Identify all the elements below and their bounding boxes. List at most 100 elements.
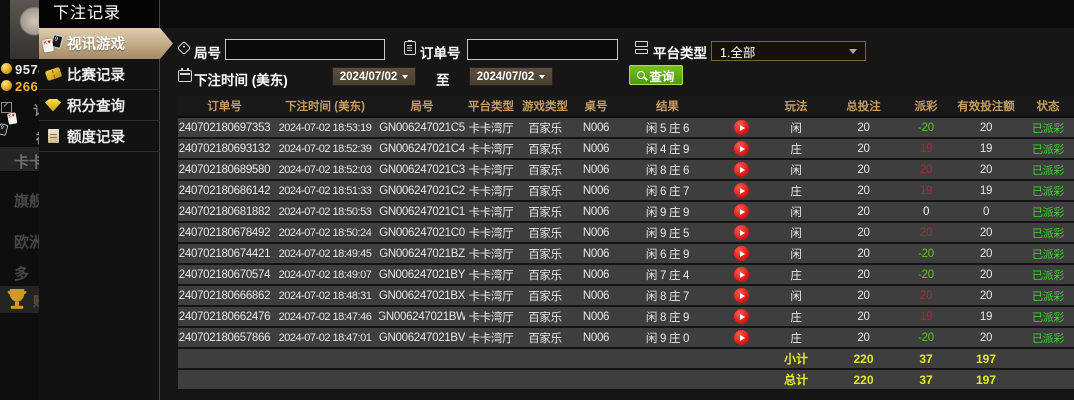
total-row-total-bet: 220: [853, 372, 874, 387]
order-id: 240702180697353: [178, 121, 271, 134]
play-cell: [716, 223, 766, 242]
platform-type: 卡卡湾厅: [468, 206, 514, 219]
bet-time: 2024-07-02 18:52:03: [278, 163, 372, 176]
table-number: N006: [582, 289, 610, 302]
bet-records-panel: 下注记录 9 K♥ 视讯游戏 比赛记录 积分查询 额度记录: [39, 0, 173, 400]
table-row: 240702180657866 2024-07-02 18:47:01 GN0062…: [178, 328, 1074, 349]
game-type: 百家乐: [528, 164, 562, 177]
bet-time-label: 下注时间 (美东): [194, 73, 288, 88]
table-row: 240702180681882 2024-07-02 18:50:53 GN0062…: [178, 202, 1074, 223]
tag-icon: [176, 40, 192, 56]
round-id: GN006247021C4: [379, 142, 465, 155]
order-id: 240702180693132: [178, 142, 271, 155]
date-to-button[interactable]: 2024/07/02: [469, 67, 553, 86]
play-type: 闲: [790, 290, 802, 303]
payout: -20: [918, 331, 934, 344]
table-number: N006: [582, 205, 610, 218]
table-row: 240702180686142 2024-07-02 18:51:33 GN0062…: [178, 181, 1074, 202]
round-id: GN006247021BV: [379, 331, 465, 344]
sidebar-item-label: 额度记录: [67, 129, 125, 146]
valid-bet: 20: [979, 331, 993, 344]
sidebar-item-points-query[interactable]: 积分查询: [39, 90, 160, 121]
date-from-value: 2024/07/02: [339, 70, 398, 83]
game-type: 百家乐: [528, 227, 562, 240]
bet-time: 2024-07-02 18:47:01: [278, 331, 372, 344]
result: 闲 9 庄 9: [645, 206, 690, 219]
bet-time: 2024-07-02 18:49:07: [278, 268, 372, 281]
subtotal-row-label: 小计: [783, 352, 808, 366]
play-replay-button[interactable]: [733, 267, 749, 282]
subtotal-row: 小计 220 37 197: [178, 349, 1074, 370]
platform-type-label: 平台类型: [653, 46, 707, 61]
search-button[interactable]: 查询: [629, 65, 683, 85]
total-bet: 20: [857, 184, 870, 197]
play-replay-button[interactable]: [733, 141, 749, 156]
table-row: 240702180689580 2024-07-02 18:52:03 GN0062…: [178, 160, 1074, 181]
sidebar-item-credit-records[interactable]: 额度记录: [39, 121, 160, 152]
platform-type: 卡卡湾厅: [468, 164, 514, 177]
sidebar-item-match-records[interactable]: 比赛记录: [39, 59, 160, 90]
header-payout: 派彩: [914, 101, 938, 113]
result: 闲 8 庄 7: [645, 290, 690, 303]
search-button-label: 查询: [649, 69, 675, 84]
table-number: N006: [582, 331, 610, 344]
payout: 20: [919, 289, 933, 302]
valid-bet: 20: [979, 247, 993, 260]
payout: -20: [918, 121, 934, 134]
header-game-type: 游戏类型: [522, 101, 568, 113]
sidebar-item-label: 积分查询: [67, 98, 125, 115]
play-replay-button[interactable]: [733, 204, 749, 219]
payout: 19: [919, 310, 933, 323]
calendar-icon: [178, 67, 192, 82]
play-cell: [716, 307, 766, 326]
game-type: 百家乐: [528, 311, 562, 324]
play-cell: [716, 286, 766, 305]
play-replay-button[interactable]: [733, 288, 749, 303]
result: 闲 9 庄 0: [645, 332, 690, 345]
play-replay-button[interactable]: [733, 120, 749, 135]
order-id-input[interactable]: [467, 39, 618, 60]
play-cell: [716, 160, 766, 179]
chevron-down-icon: [402, 74, 409, 79]
header-result: 结果: [656, 101, 679, 113]
round-id-input[interactable]: [225, 39, 385, 60]
round-id: GN006247021C2: [379, 184, 465, 197]
game-type: 百家乐: [528, 143, 562, 156]
total-bet: 20: [857, 226, 870, 239]
play-replay-button[interactable]: [733, 330, 749, 345]
bet-time: 2024-07-02 18:47:46: [278, 310, 372, 323]
result: 闲 8 庄 6: [645, 164, 690, 177]
total-bet: 20: [857, 121, 870, 134]
round-id: GN006247021C0: [379, 226, 465, 239]
total-row-payout: 37: [919, 372, 933, 387]
sidebar-item-video-games[interactable]: 9 K♥ 视讯游戏: [39, 28, 173, 59]
total-bet: 20: [857, 289, 870, 302]
table-row: 240702180670574 2024-07-02 18:49:07 GN0062…: [178, 265, 1074, 286]
table-number: N006: [582, 184, 610, 197]
valid-bet: 19: [979, 142, 993, 155]
play-replay-button[interactable]: [733, 225, 749, 240]
platform-type-select[interactable]: 1.全部: [711, 41, 866, 61]
clipboard-icon: [404, 40, 416, 55]
subtotal-row-payout: 37: [919, 351, 933, 366]
status: 已派彩: [1031, 143, 1065, 156]
total-bet: 20: [857, 247, 870, 260]
table-row: 240702180678492 2024-07-02 18:50:24 GN0062…: [178, 223, 1074, 244]
result: 闲 6 庄 7: [645, 185, 690, 198]
platform-type: 卡卡湾厅: [468, 311, 514, 324]
lobby-nav-item[interactable]: 多: [14, 263, 29, 284]
platform-type: 卡卡湾厅: [468, 248, 514, 261]
total-bet: 20: [857, 268, 870, 281]
result: 闲 6 庄 9: [645, 248, 690, 261]
play-replay-button[interactable]: [733, 309, 749, 324]
platform-type: 卡卡湾厅: [468, 269, 514, 282]
table-header-row: 订单号 下注时间 (美东) 局号 平台类型 游戏类型 桌号 结果 玩法 总投注 派彩 有效投注额 状态: [178, 96, 1074, 118]
play-replay-button[interactable]: [733, 183, 749, 198]
date-from-button[interactable]: 2024/07/02: [332, 67, 416, 86]
game-type: 百家乐: [528, 206, 562, 219]
play-replay-button[interactable]: [733, 246, 749, 261]
order-id: 240702180657866: [178, 331, 271, 344]
total-row-label: 总计: [783, 373, 808, 387]
total-bet: 20: [857, 205, 870, 218]
play-replay-button[interactable]: [733, 162, 749, 177]
